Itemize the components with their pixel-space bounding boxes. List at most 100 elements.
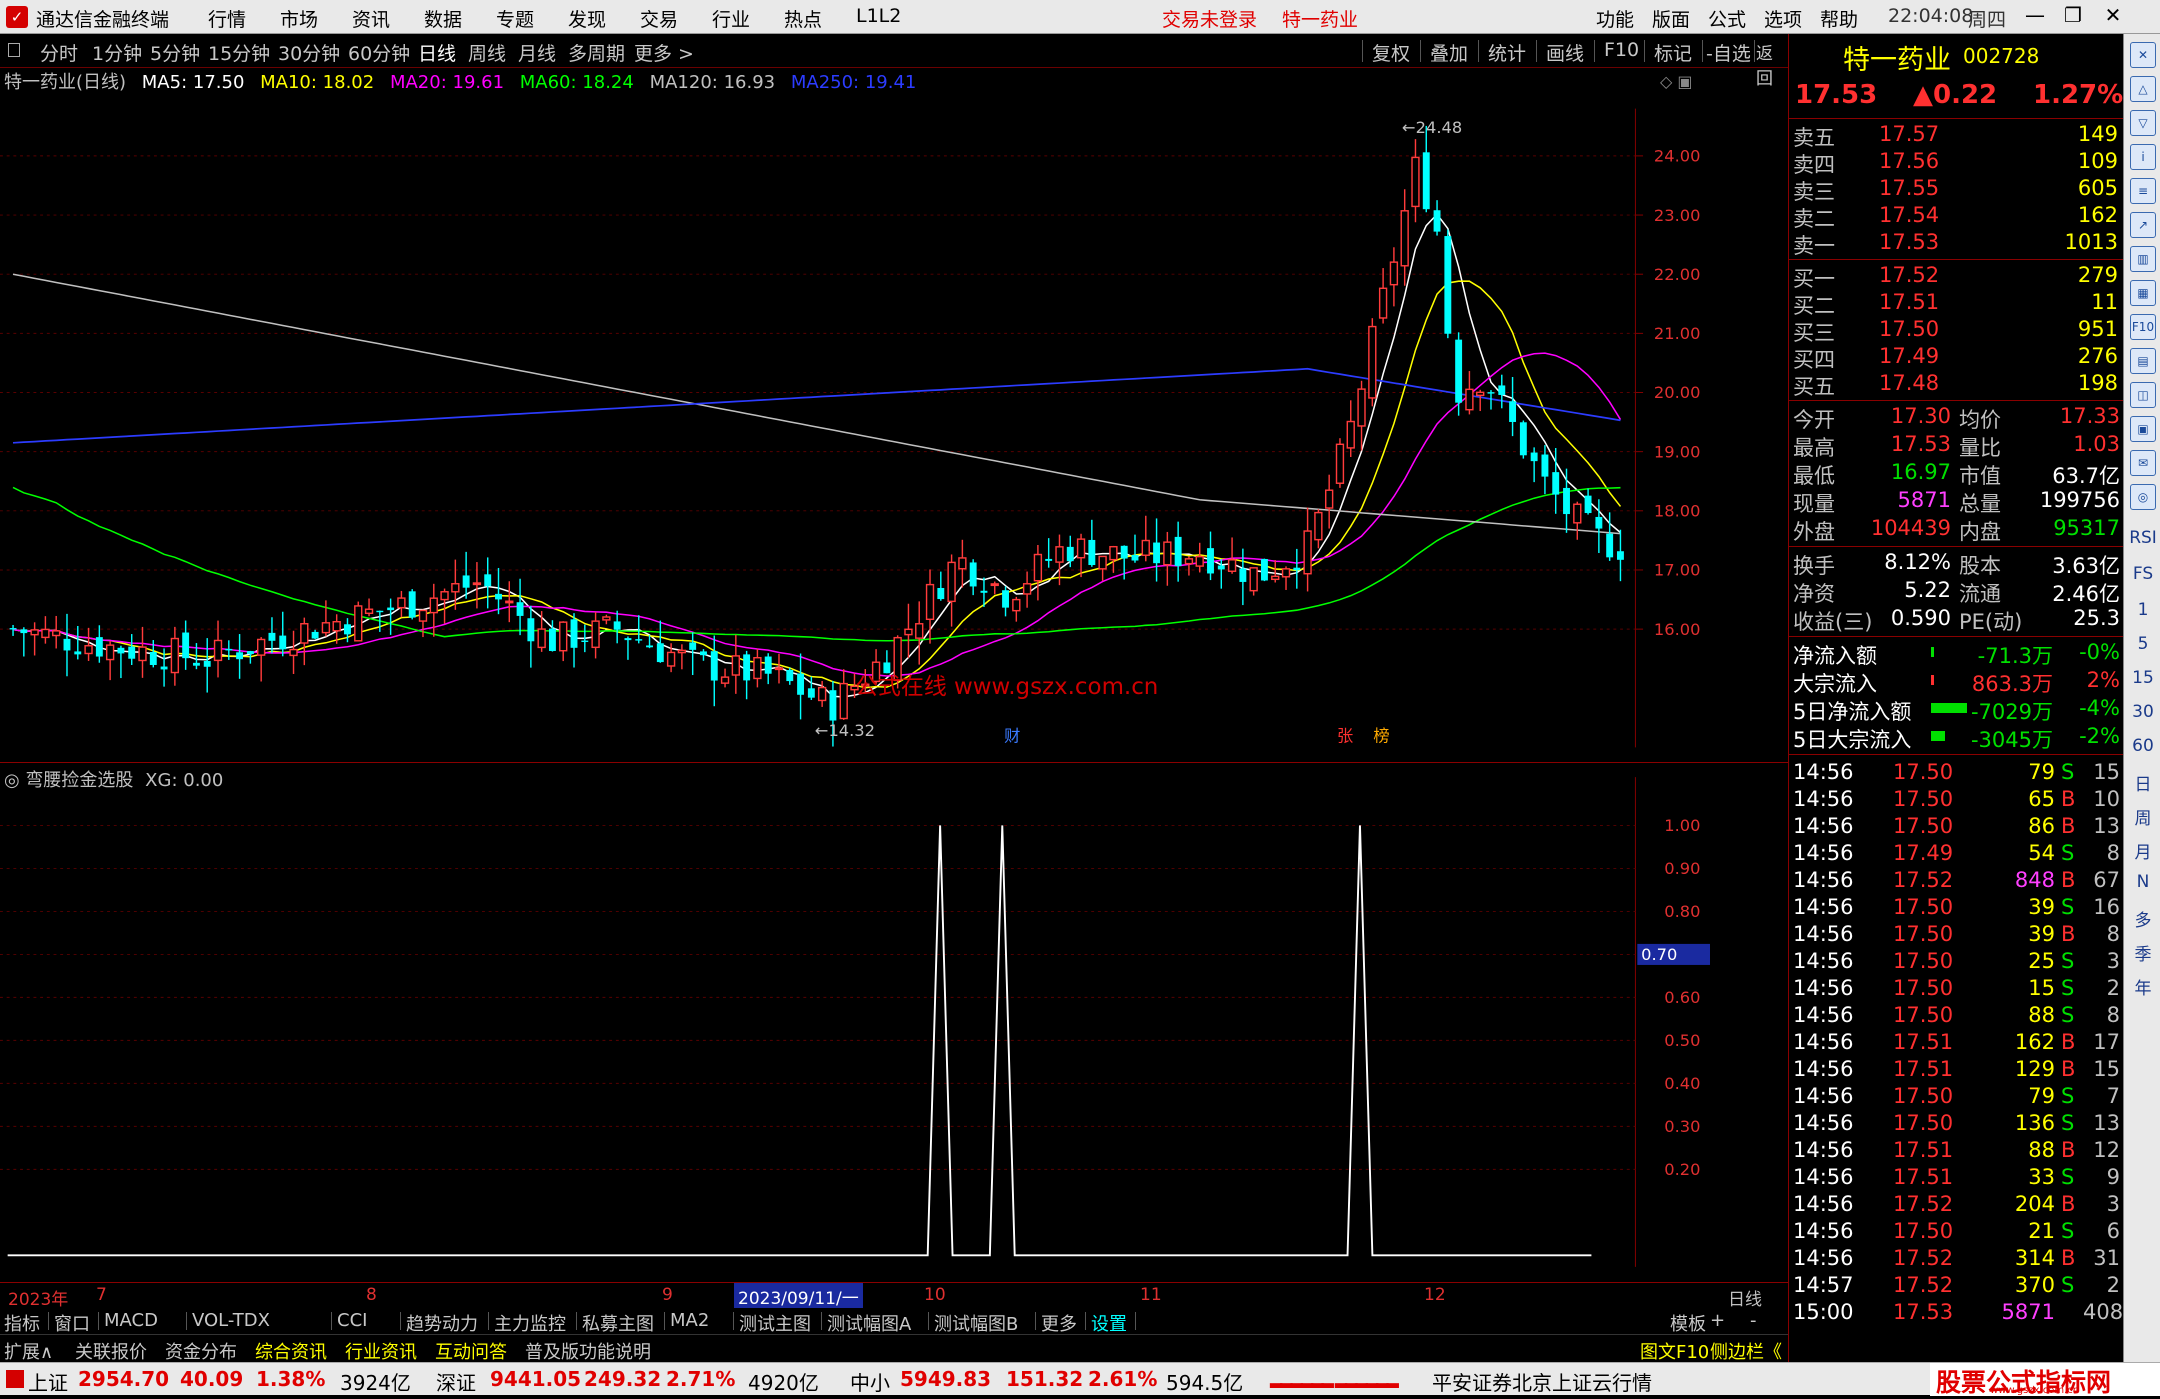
tool-fuquan[interactable]: 复权 <box>1372 39 1410 66</box>
arrow-up-icon[interactable]: △ <box>2130 76 2156 102</box>
bottom-tab[interactable]: 互动问答 <box>435 1338 507 1364</box>
mail-icon[interactable]: ✉ <box>2130 450 2156 476</box>
chart-icon[interactable]: ◫ <box>2130 382 2156 408</box>
period-5min[interactable]: 5分钟 <box>150 39 200 66</box>
side-period-15[interactable]: 15 <box>2128 668 2158 688</box>
menu-zhuanti[interactable]: 专题 <box>496 5 534 32</box>
template-tab[interactable]: - <box>1750 1310 1757 1331</box>
bottom-tab[interactable]: 普及版功能说明 <box>525 1338 651 1364</box>
period-fenshi[interactable]: 分时 <box>40 39 78 66</box>
close-icon[interactable]: ✕ <box>2130 42 2156 68</box>
period-30min[interactable]: 30分钟 <box>278 39 340 66</box>
side-period-RSI[interactable]: RSI <box>2128 528 2158 548</box>
side-period-FS[interactable]: FS <box>2128 564 2158 584</box>
period-1min[interactable]: 1分钟 <box>92 39 142 66</box>
zx-name[interactable]: 中小 <box>850 1367 890 1396</box>
indicator-tab[interactable]: 测试幅图A <box>827 1310 911 1336</box>
tool-zixuan[interactable]: -自选 <box>1706 39 1751 66</box>
indicator-tab[interactable]: 更多 <box>1041 1310 1077 1336</box>
menu-shichang[interactable]: 市场 <box>280 5 318 32</box>
indicator-tab[interactable]: 测试幅图B <box>934 1310 1018 1336</box>
arrow-down-icon[interactable]: ▽ <box>2130 110 2156 136</box>
side-tab[interactable]: 侧边栏《 <box>1710 1338 1782 1364</box>
side-period-60[interactable]: 60 <box>2128 736 2158 756</box>
indicator-tab[interactable]: 窗口 <box>54 1310 90 1336</box>
layout-icon[interactable]: ▦ <box>2130 280 2156 306</box>
period-weekly[interactable]: 周线 <box>468 39 506 66</box>
menu-gongneng[interactable]: 功能 <box>1596 5 1634 32</box>
menu-redian[interactable]: 热点 <box>784 5 822 32</box>
side-period-5[interactable]: 5 <box>2128 634 2158 654</box>
f10-icon[interactable]: F10 <box>2130 314 2156 340</box>
period-15min[interactable]: 15分钟 <box>208 39 270 66</box>
period-more[interactable]: 更多 > <box>634 39 694 66</box>
period-multi[interactable]: 多周期 <box>568 39 625 66</box>
indicator-tab[interactable]: 主力监控 <box>494 1310 566 1336</box>
panel-toggle-icon[interactable] <box>8 43 20 57</box>
menu-hangqing[interactable]: 行情 <box>208 5 246 32</box>
indicator-tab[interactable]: 测试主图 <box>739 1310 811 1336</box>
indicator-tab[interactable]: MA2 <box>670 1310 709 1331</box>
side-period-月[interactable]: 月 <box>2128 838 2158 863</box>
indicator-tab[interactable]: VOL-TDX <box>192 1310 270 1331</box>
indicator-tab[interactable]: 趋势动力 <box>406 1310 478 1336</box>
restore-button[interactable]: ❐ <box>2058 3 2088 31</box>
period-daily[interactable]: 日线 <box>418 39 456 66</box>
template-tab[interactable]: 模板 <box>1670 1310 1706 1336</box>
tool-diejia[interactable]: 叠加 <box>1430 39 1468 66</box>
menu-jiaoyi[interactable]: 交易 <box>640 5 678 32</box>
candlestick-chart[interactable]: 24.00 23.00 22.00 21.00 20.00 19.00 18.00 17.00… <box>0 94 1710 762</box>
minimize-button[interactable]: — <box>2020 3 2050 31</box>
side-tab[interactable]: 图文F10 <box>1640 1338 1709 1364</box>
side-period-日[interactable]: 日 <box>2128 770 2158 795</box>
tool-tongji[interactable]: 统计 <box>1488 39 1526 66</box>
bottom-tab[interactable]: 关联报价 <box>75 1338 147 1364</box>
side-period-1[interactable]: 1 <box>2128 600 2158 620</box>
menu-xuanxiang[interactable]: 选项 <box>1764 5 1802 32</box>
menu-gongshi[interactable]: 公式 <box>1708 5 1746 32</box>
side-period-多[interactable]: 多 <box>2128 906 2158 931</box>
indicator-tab[interactable]: 设置 <box>1091 1310 1127 1336</box>
sz-name[interactable]: 深证 <box>436 1367 476 1396</box>
menu-zixun[interactable]: 资讯 <box>352 5 390 32</box>
chart-options-icon[interactable]: ◇ ▣ <box>1660 72 1693 91</box>
ma10-label: MA10: 18.02 <box>260 72 375 93</box>
menu-l1l2[interactable]: L1L2 <box>856 5 901 27</box>
side-period-季[interactable]: 季 <box>2128 940 2158 965</box>
bottom-tab[interactable]: 扩展∧ <box>4 1338 53 1364</box>
period-60min[interactable]: 60分钟 <box>348 39 410 66</box>
circle-icon[interactable]: ◎ <box>2130 484 2156 510</box>
indicator-tab[interactable]: 指标 <box>4 1310 40 1336</box>
trend-icon[interactable]: ↗ <box>2130 212 2156 238</box>
side-period-N[interactable]: N <box>2128 872 2158 892</box>
rank-icon[interactable]: ▥ <box>2130 246 2156 272</box>
info-icon[interactable]: i <box>2130 144 2156 170</box>
list-icon[interactable]: ≡ <box>2130 178 2156 204</box>
tool-huaxian[interactable]: 画线 <box>1546 39 1584 66</box>
indicator-tab[interactable]: 私募主图 <box>582 1310 654 1336</box>
menu-hangye[interactable]: 行业 <box>712 5 750 32</box>
template-tab[interactable]: + <box>1710 1310 1725 1331</box>
tool-fanhui[interactable]: 返回 <box>1756 39 1788 89</box>
menu-banmian[interactable]: 版面 <box>1652 5 1690 32</box>
trade-login-notice[interactable]: 交易未登录 <box>1162 5 1257 32</box>
close-button[interactable]: ✕ <box>2098 3 2128 31</box>
bottom-tab[interactable]: 综合资讯 <box>255 1338 327 1364</box>
bottom-tab[interactable]: 资金分布 <box>165 1338 237 1364</box>
indicator-tab[interactable]: MACD <box>104 1310 158 1331</box>
menu-faxian[interactable]: 发现 <box>568 5 606 32</box>
grid-icon[interactable]: ▤ <box>2130 348 2156 374</box>
table-icon[interactable]: ▣ <box>2130 416 2156 442</box>
menu-bangzhu[interactable]: 帮助 <box>1820 5 1858 32</box>
side-period-周[interactable]: 周 <box>2128 804 2158 829</box>
indicator-chart[interactable]: 1.000.900.800.700.600.500.400.300.200.70 <box>0 766 1710 1278</box>
period-monthly[interactable]: 月线 <box>518 39 556 66</box>
indicator-tab[interactable]: CCI <box>337 1310 367 1331</box>
tool-f10[interactable]: F10 <box>1604 39 1639 61</box>
tool-biaoji[interactable]: 标记 <box>1654 39 1692 66</box>
side-period-年[interactable]: 年 <box>2128 974 2158 999</box>
menu-shuju[interactable]: 数据 <box>424 5 462 32</box>
sh-name[interactable]: 上证 <box>28 1367 68 1396</box>
side-period-30[interactable]: 30 <box>2128 702 2158 722</box>
bottom-tab[interactable]: 行业资讯 <box>345 1338 417 1364</box>
